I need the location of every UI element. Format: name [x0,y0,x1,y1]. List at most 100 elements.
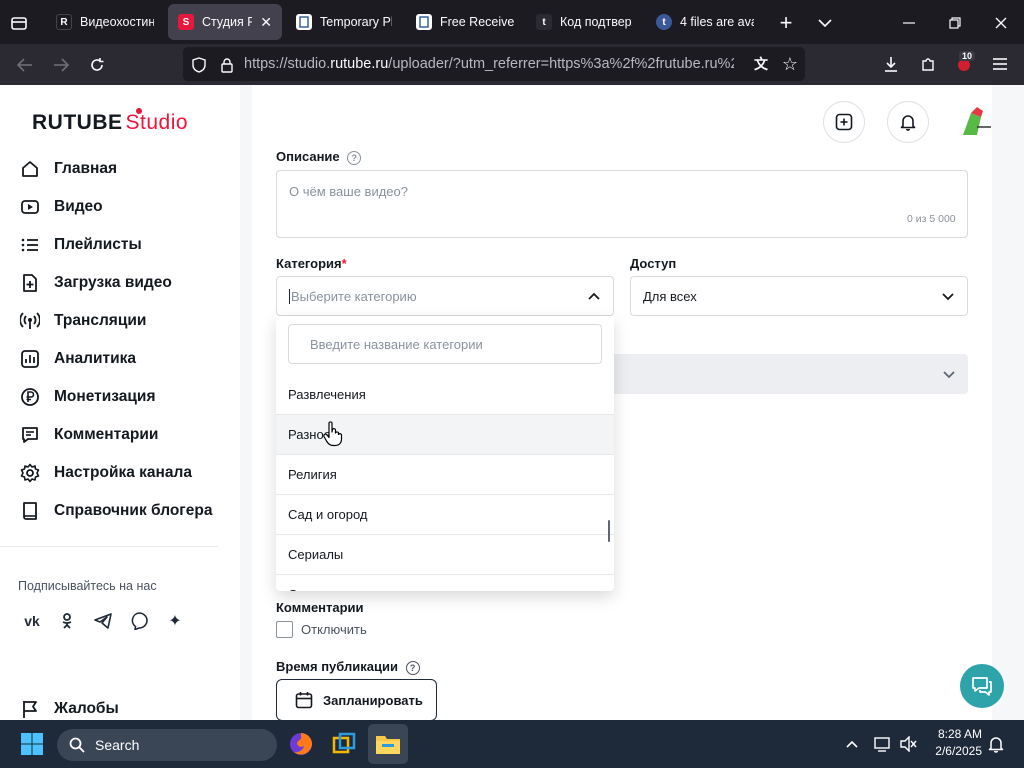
chevron-down-icon [943,371,955,379]
show-hidden-icons-chevron-icon[interactable] [842,734,862,754]
close-tab-icon[interactable]: ✕ [260,14,272,31]
ok-icon[interactable] [55,609,79,633]
hamburger-menu-icon[interactable] [989,53,1011,75]
disable-comments-label[interactable]: Отключить [301,622,367,637]
tab-title: Free Receive S [440,15,514,29]
clock-time[interactable]: 8:28 AM [930,727,982,741]
help-icon[interactable]: ? [405,661,420,675]
video-icon [21,200,39,214]
extensions-puzzle-icon[interactable] [917,53,939,75]
sidebar-item-label: Трансляции [54,312,147,329]
description-textarea[interactable] [276,170,968,238]
tumblr-favicon-icon: t [656,14,672,30]
close-window-icon[interactable] [990,12,1012,34]
extensions-count-badge: 10 [959,51,976,61]
sidebar-item-upload-video[interactable]: Загрузка видео [20,270,172,296]
back-arrow-icon[interactable] [14,54,36,76]
rutube-favicon-icon: R [56,14,72,30]
studio-favicon-icon: S [178,14,194,30]
zen-icon[interactable]: ✦ [163,609,187,633]
new-tab-plus-icon[interactable]: + [774,10,798,35]
url-domain: rutube.ru [330,56,389,72]
tab-temporary-phone[interactable]: Temporary Ph [286,4,402,40]
logo-dot [136,108,142,114]
notifications-button[interactable] [887,101,929,143]
sidebar: RUTUBE Studio Главная Видео Плейлисты Заг… [0,85,240,720]
clock-date[interactable]: 2/6/2025 [918,744,982,758]
volume-icon[interactable] [898,734,918,754]
category-label: Категория* [276,256,347,271]
upload-icon [23,274,37,292]
category-option[interactable]: Сад и огород [276,494,614,534]
sidebar-item-analytics[interactable]: Аналитика [20,346,136,372]
firefox-view-icon[interactable] [8,12,30,34]
tab-free-receive-sms[interactable]: Free Receive S [406,4,524,40]
category-option[interactable]: Сериалы [276,534,614,574]
tab-list-chevron-icon[interactable] [814,12,836,34]
sidebar-item-blogger-guide[interactable]: Справочник блогера [20,498,212,524]
category-option[interactable]: Спорт [276,574,614,591]
forward-arrow-icon[interactable] [50,54,72,76]
file-explorer-icon[interactable] [368,724,408,764]
category-option[interactable]: Религия [276,454,614,494]
hand-cursor-icon [323,421,343,447]
lock-icon[interactable] [216,54,238,76]
category-dropdown: Введите название категории Развлечения Р… [276,316,614,591]
tab-title: Код подтверж [560,15,632,29]
access-select[interactable]: Для всех [630,276,968,316]
vk-icon[interactable]: vk [20,609,44,633]
comments-label: Комментарии [276,600,364,615]
category-search-input[interactable]: Введите название категории [288,324,602,364]
settings-icon [20,463,40,483]
windows-start-icon[interactable] [12,724,52,764]
add-icon [835,113,853,131]
flag-icon [23,701,37,718]
schedule-button[interactable]: Запланировать [276,679,437,720]
sidebar-item-label: Загрузка видео [54,274,172,291]
tumblr-favicon-icon: t [536,14,552,30]
bell-icon [900,115,916,131]
sidebar-item-channel-settings[interactable]: Настройка канала [20,460,192,486]
avatar[interactable] [957,105,993,141]
viber-icon[interactable] [127,609,151,633]
sidebar-item-monetization[interactable]: Монетизация [20,384,156,410]
publish-time-label: Время публикации ? [276,659,420,675]
telegram-icon[interactable] [91,609,115,633]
support-chat-button[interactable] [960,664,1004,708]
tab-studio-rutube[interactable]: S Студия RUT ✕ [168,4,282,40]
minimize-icon[interactable] [898,12,920,34]
disable-comments-checkbox[interactable] [276,621,293,638]
category-label-text: Категория [276,256,342,271]
sidebar-item-comments[interactable]: Комментарии [20,422,158,448]
taskbar-search[interactable]: Search [57,729,277,761]
downloads-icon[interactable] [880,53,902,75]
reload-icon[interactable] [86,54,108,76]
url-text[interactable]: https://studio.rutube.ru/uploader/?utm_r… [244,56,734,72]
restore-icon[interactable] [944,12,966,34]
category-select[interactable]: Выберите категорию [276,276,614,316]
notifications-bell-icon[interactable] [986,734,1006,754]
sidebar-item-complaints[interactable]: Жалобы [20,696,119,720]
taskbar-app-icon[interactable] [324,724,364,764]
network-icon[interactable] [873,734,893,754]
tab-videohosting[interactable]: R Видеохостинг [46,4,164,40]
tab-files-available[interactable]: t 4 files are avail [646,4,764,40]
category-option[interactable]: Развлечения [276,374,614,414]
dropdown-scrollbar[interactable] [608,520,610,542]
secondary-select[interactable] [614,354,968,394]
sidebar-item-broadcasts[interactable]: Трансляции [20,308,146,334]
firefox-icon[interactable] [281,724,321,764]
translate-icon[interactable]: 文 [750,53,772,75]
help-icon[interactable]: ? [347,151,362,165]
tab-verification-code[interactable]: t Код подтверж [526,4,642,40]
create-button[interactable] [823,101,865,143]
sidebar-item-label: Плейлисты [54,236,142,253]
sidebar-item-video[interactable]: Видео [20,194,103,220]
sidebar-item-playlists[interactable]: Плейлисты [20,232,142,258]
rutube-studio-logo[interactable]: RUTUBE Studio [32,108,188,135]
sidebar-item-home[interactable]: Главная [20,156,117,182]
tracking-shield-icon[interactable] [188,54,210,76]
browser-tab-bar: R Видеохостинг S Студия RUT ✕ Temporary … [0,0,1024,44]
bookmark-star-icon[interactable]: ☆ [779,53,801,75]
home-icon [22,161,38,177]
